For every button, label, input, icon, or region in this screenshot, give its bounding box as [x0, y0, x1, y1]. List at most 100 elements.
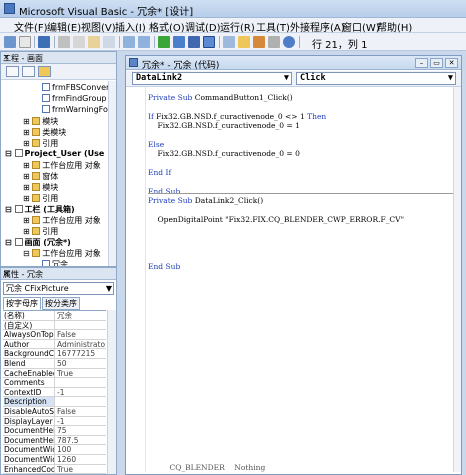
property-row[interactable]: (名称) 冗余 [3, 311, 106, 321]
property-value[interactable]: Administrato [57, 340, 106, 349]
help-icon[interactable] [283, 36, 295, 48]
close-icon[interactable]: ✕ [3, 269, 114, 278]
toolbox-icon[interactable] [268, 36, 280, 48]
redo-icon[interactable] [138, 36, 150, 48]
object-browser-icon[interactable] [253, 36, 265, 48]
property-row[interactable]: AlwaysOnTop False [3, 330, 106, 340]
property-value[interactable]: -1 [57, 388, 106, 397]
paste-icon[interactable] [88, 36, 100, 48]
tree-item[interactable]: ⊟ 工作台应用 对象 [23, 248, 101, 259]
property-row[interactable]: DisableAutoSc False [3, 407, 106, 417]
property-row[interactable]: DocumentHeigh787.5 [3, 435, 106, 446]
property-row[interactable]: Blend 50 [3, 359, 106, 369]
tree-item[interactable]: frmWarningFor [42, 105, 108, 114]
code-window-title: 冗余* - 冗余 (代码) [142, 61, 220, 71]
run-icon[interactable] [158, 36, 170, 48]
property-value[interactable]: 50 [57, 359, 106, 368]
property-value[interactable]: 16777215 [57, 349, 106, 358]
find-icon[interactable] [103, 36, 115, 48]
code-editor[interactable]: Private Sub CommandButton1_Click() If Fix… [148, 87, 458, 472]
property-value[interactable]: 1260 [57, 455, 106, 464]
property-row[interactable]: DocumentWidth1260 [3, 455, 106, 465]
insert-userform-icon[interactable] [19, 36, 31, 48]
tree-item[interactable]: ⊞ 引用 [23, 226, 58, 237]
object-selector[interactable]: 冗余 CFixPicture ▼ [3, 282, 114, 295]
tab-categorized[interactable]: 按分类序 [42, 297, 80, 310]
menu-edit[interactable]: 编辑(E) [47, 19, 81, 34]
tree-project[interactable]: ⊟ Project_User (Use [5, 149, 104, 158]
copy-icon[interactable] [73, 36, 85, 48]
property-row[interactable]: DisplayLayer -1 [3, 416, 106, 427]
restore-icon[interactable]: ▭ [430, 58, 443, 68]
view-object-icon[interactable] [22, 66, 35, 77]
tree-item[interactable]: 冗余 [42, 259, 68, 266]
property-value[interactable]: True [57, 369, 106, 378]
tree-item[interactable]: ⊞ 引用 [23, 138, 58, 149]
property-value[interactable]: 冗余 [57, 311, 106, 320]
property-row[interactable]: Comments [3, 378, 106, 388]
property-value[interactable]: 75 [57, 426, 106, 435]
procedure-dropdown[interactable]: Click ▼ [296, 72, 456, 85]
tree-item[interactable]: ⊞ 引用 [23, 193, 58, 204]
view-host-icon[interactable] [4, 36, 16, 48]
property-row[interactable]: DocumentHeigh75 [3, 426, 106, 436]
property-row[interactable]: Author Administrato [3, 339, 106, 350]
toggle-folders-icon[interactable] [38, 66, 51, 77]
menu-file[interactable]: 文件(F) [14, 19, 48, 34]
folder-icon [32, 161, 41, 169]
tree-project[interactable]: ⊟ 工栏 (工具箱) [5, 204, 75, 215]
code-window-icon [129, 58, 138, 67]
design-mode-icon[interactable] [203, 36, 215, 48]
menu-view[interactable]: 视图(V) [81, 19, 116, 34]
property-row[interactable]: Description [3, 397, 106, 407]
property-value[interactable]: 100 [57, 445, 106, 454]
property-row[interactable]: CacheEnabled True [3, 368, 106, 379]
menu-debug[interactable]: 调试(D) [185, 19, 221, 34]
tab-alphabetic[interactable]: 按字母序 [3, 297, 41, 310]
tree-item[interactable]: ⊞ 工作台应用 对象 [23, 215, 101, 226]
menu-tools[interactable]: 工具(T) [256, 19, 290, 34]
project-scrollbar[interactable] [108, 81, 116, 266]
property-name: DocumentWidth [4, 455, 55, 464]
tree-item[interactable]: ⊞ 模块 [23, 116, 58, 127]
property-row[interactable]: EnhancedCoor True [3, 464, 106, 474]
menu-window[interactable]: 窗口(W) [342, 19, 380, 34]
project-explorer-icon[interactable] [223, 36, 235, 48]
property-value[interactable]: True [57, 465, 106, 474]
reset-icon[interactable] [188, 36, 200, 48]
property-value[interactable]: False [57, 330, 106, 339]
property-value[interactable]: 787.5 [57, 436, 106, 445]
tree-item[interactable]: ⊞ 工作台应用 对象 [23, 160, 101, 171]
close-icon[interactable]: ✕ [445, 58, 458, 68]
menu-insert[interactable]: 插入(I) [115, 19, 146, 34]
code-margin [126, 87, 146, 472]
tree-item[interactable]: ⊞ 类模块 [23, 127, 66, 138]
property-value[interactable]: False [57, 407, 106, 416]
menu-help[interactable]: 帮助(H) [377, 19, 412, 34]
property-row[interactable]: (自定义) [3, 320, 106, 331]
object-dropdown[interactable]: DataLink2 ▼ [132, 72, 292, 85]
cut-icon[interactable] [58, 36, 70, 48]
tree-item[interactable]: frmFBSConvert [42, 83, 108, 92]
properties-window-icon[interactable] [238, 36, 250, 48]
view-code-icon[interactable] [6, 66, 19, 77]
code-scrollbar[interactable] [453, 87, 461, 472]
property-name: (自定义) [4, 320, 55, 330]
menu-addins[interactable]: 外接程序(A) [290, 19, 345, 34]
tree-item[interactable]: ⊞ 窗体 [23, 171, 58, 182]
property-value[interactable]: -1 [57, 417, 106, 426]
minimize-icon[interactable]: – [415, 58, 428, 68]
property-row[interactable]: ContextID -1 [3, 387, 106, 398]
break-icon[interactable] [173, 36, 185, 48]
tree-item[interactable]: ⊞ 模块 [23, 182, 58, 193]
tree-item[interactable]: frmFindGroup [42, 94, 107, 103]
menu-run[interactable]: 运行(R) [220, 19, 255, 34]
property-row[interactable]: BackgroundCol 16777215 [3, 349, 106, 359]
close-icon[interactable]: ✕ [3, 53, 114, 62]
save-icon[interactable] [38, 36, 50, 48]
properties-scrollbar[interactable] [107, 310, 116, 474]
tree-project[interactable]: ⊟ 画面 (冗余*) [5, 237, 71, 248]
menu-format[interactable]: 格式(O) [149, 19, 185, 34]
undo-icon[interactable] [123, 36, 135, 48]
property-row[interactable]: DocumentWidth100 [3, 445, 106, 455]
